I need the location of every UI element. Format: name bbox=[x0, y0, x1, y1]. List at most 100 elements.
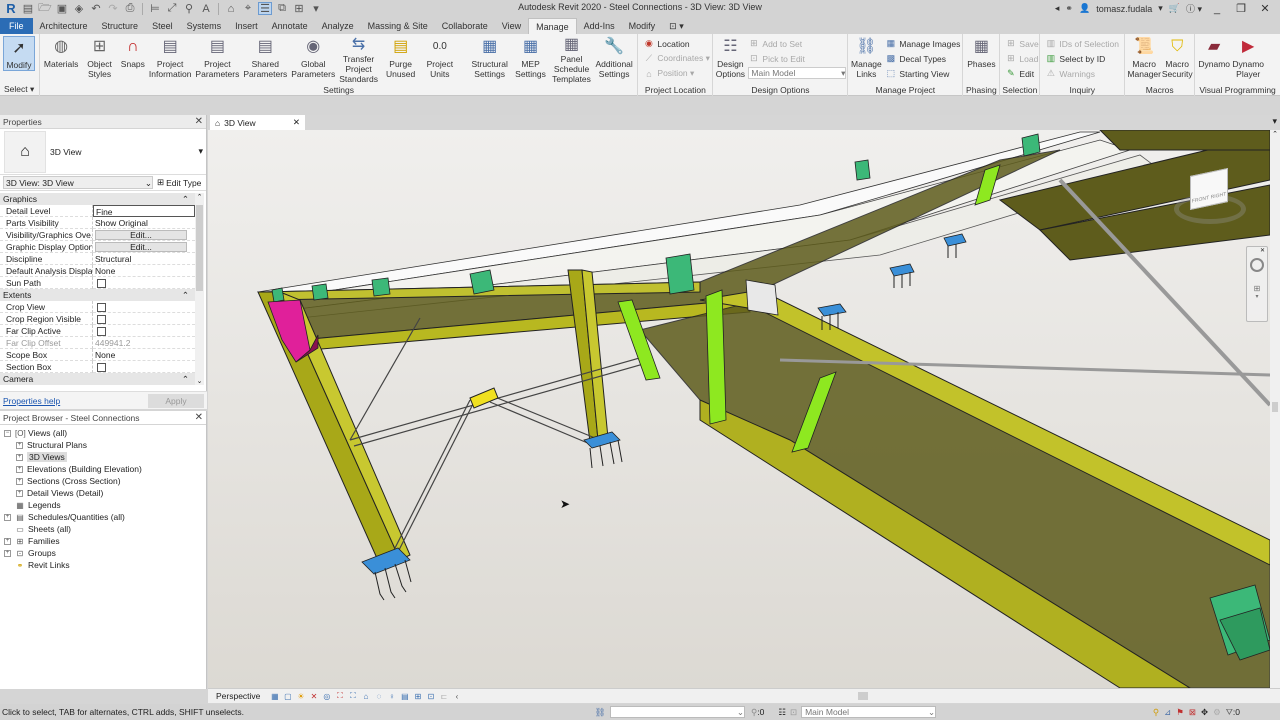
macro-manager-button[interactable]: 📜 Macro Manager bbox=[1127, 35, 1161, 84]
add-to-set-button[interactable]: ⊞ Add to Set bbox=[748, 37, 846, 50]
close-icon[interactable]: ✕ bbox=[195, 116, 203, 127]
additional-settings-button[interactable]: 🔧 Additional Settings bbox=[593, 35, 635, 84]
property-checkbox[interactable] bbox=[93, 325, 195, 337]
tab-massing-site[interactable]: Massing & Site bbox=[361, 18, 435, 34]
browser-node[interactable]: ▦ Legends bbox=[0, 499, 206, 511]
purge-unused-button[interactable]: ▤ Purge Unused bbox=[380, 35, 421, 84]
property-checkbox[interactable] bbox=[93, 361, 195, 373]
browser-node[interactable]: + ⊡ Groups bbox=[0, 547, 206, 559]
expand-icon[interactable]: + bbox=[4, 513, 11, 521]
measure-icon[interactable]: ⊨ bbox=[148, 2, 162, 15]
user-icon[interactable]: 👤 bbox=[1079, 3, 1090, 14]
property-group-extents[interactable]: Extents ⌃ bbox=[0, 289, 195, 301]
apply-button[interactable]: Apply bbox=[148, 393, 204, 408]
tab-file[interactable]: File bbox=[0, 18, 33, 34]
browser-node[interactable]: + Detail Views (Detail) bbox=[0, 487, 206, 499]
worksharing-display-icon[interactable]: ⊞ bbox=[413, 692, 422, 701]
steering-wheel-icon[interactable] bbox=[1250, 258, 1264, 272]
highlight-displacement-icon[interactable]: ⊏ bbox=[439, 692, 448, 701]
browser-node[interactable]: + Sections (Cross Section) bbox=[0, 475, 206, 487]
expand-icon[interactable]: + bbox=[4, 537, 11, 545]
phases-button[interactable]: ▦ Phases bbox=[965, 35, 997, 84]
checkbox[interactable] bbox=[97, 363, 106, 372]
checkbox[interactable] bbox=[97, 303, 106, 312]
close-tab-icon[interactable]: ✕ bbox=[293, 117, 300, 128]
browser-node[interactable]: ▭ Sheets (all) bbox=[0, 523, 206, 535]
tab-structure[interactable]: Structure bbox=[95, 18, 146, 34]
select-dropdown[interactable]: Select ▾ bbox=[0, 84, 39, 95]
customize-qat-icon[interactable]: ▾ bbox=[309, 2, 323, 15]
edit-selection-button[interactable]: ✎ Edit bbox=[1005, 67, 1038, 80]
object-styles-button[interactable]: ⊞ Object Styles bbox=[80, 35, 118, 84]
property-checkbox[interactable] bbox=[93, 277, 195, 289]
browser-node[interactable]: + ▤ Schedules/Quantities (all) bbox=[0, 511, 206, 523]
expand-icon[interactable]: + bbox=[16, 453, 23, 461]
scroll-thumb[interactable] bbox=[1272, 402, 1278, 412]
expand-icon[interactable]: + bbox=[4, 549, 11, 557]
checkbox[interactable] bbox=[97, 327, 106, 336]
show-crop-icon[interactable]: ⛶ bbox=[348, 691, 357, 701]
scroll-thumb[interactable] bbox=[196, 205, 203, 291]
help-icon[interactable]: ⓘ ▾ bbox=[1186, 2, 1202, 15]
property-value[interactable]: None bbox=[93, 265, 195, 277]
print-icon[interactable]: ⎙ bbox=[123, 2, 137, 15]
panel-schedule-templates-button[interactable]: ▦ Panel Schedule Templates bbox=[550, 35, 593, 84]
property-value[interactable]: Structural bbox=[93, 253, 195, 265]
workset-select[interactable]: ⌄ bbox=[610, 706, 745, 718]
tab-collaborate[interactable]: Collaborate bbox=[435, 18, 495, 34]
zoom-icon[interactable]: ⊞ bbox=[1247, 284, 1267, 293]
switch-windows-icon[interactable]: ⊞ bbox=[292, 2, 306, 15]
select-links-icon[interactable]: ⚲ bbox=[1153, 707, 1159, 718]
hide-analytical-icon[interactable]: ⊡ bbox=[426, 692, 435, 701]
property-checkbox[interactable] bbox=[93, 301, 195, 313]
property-value[interactable]: None bbox=[93, 349, 195, 361]
browser-node[interactable]: + Elevations (Building Elevation) bbox=[0, 463, 206, 475]
materials-button[interactable]: ◍ Materials bbox=[42, 35, 80, 84]
scroll-up-icon[interactable]: ⌃ bbox=[1270, 130, 1280, 138]
coordinates-button[interactable]: ⟋ Coordinates ▾ bbox=[643, 52, 710, 65]
type-selector[interactable]: ⌂ 3D View ▾ bbox=[0, 129, 206, 175]
close-icon[interactable]: ✕ bbox=[195, 412, 203, 423]
property-group-camera[interactable]: Camera ⌃ bbox=[0, 373, 195, 385]
property-value[interactable]: Show Original bbox=[93, 217, 195, 229]
scroll-up-icon[interactable]: ⌃ bbox=[195, 193, 204, 201]
chevron-down-icon[interactable]: ▾ bbox=[198, 146, 203, 157]
starting-view-button[interactable]: ⬚ Starting View bbox=[885, 67, 960, 80]
browser-node[interactable]: + Structural Plans bbox=[0, 439, 206, 451]
design-options-status-icon[interactable]: ☷ bbox=[778, 707, 786, 718]
design-option-select[interactable]: Main Model ▾ bbox=[748, 67, 847, 79]
home-icon[interactable]: ▤ bbox=[21, 2, 35, 15]
project-units-button[interactable]: 0.0 Project Units bbox=[421, 35, 458, 84]
save-icon[interactable]: ▣ bbox=[55, 2, 69, 15]
collapse-group-icon[interactable]: ⌃ bbox=[182, 193, 189, 205]
location-button[interactable]: ◉ Location bbox=[643, 37, 709, 50]
load-selection-button[interactable]: ⊞ Load bbox=[1005, 52, 1038, 65]
revit-logo-icon[interactable]: R bbox=[4, 1, 18, 16]
dynamo-player-button[interactable]: ▶ Dynamo Player bbox=[1231, 35, 1265, 84]
shadows-icon[interactable]: ✕ bbox=[309, 692, 318, 701]
undo-icon[interactable]: ↶ bbox=[89, 2, 103, 15]
default-3d-view-icon[interactable]: ⌂ bbox=[224, 2, 238, 15]
shared-parameters-button[interactable]: ▤ Shared Parameters bbox=[241, 35, 289, 84]
warnings-button[interactable]: ⚠ Warnings bbox=[1045, 67, 1119, 80]
tab-add-ins[interactable]: Add-Ins bbox=[577, 18, 622, 34]
select-pinned-icon[interactable]: ⚑ bbox=[1176, 707, 1184, 718]
redo-icon[interactable]: ↷ bbox=[106, 2, 120, 15]
decal-types-button[interactable]: ▩ Decal Types bbox=[885, 52, 960, 65]
properties-scrollbar[interactable]: ⌃ ⌄ bbox=[195, 193, 204, 385]
open-icon[interactable]: 🗁 bbox=[38, 2, 52, 15]
tab-menu-icon[interactable]: ▾ bbox=[1272, 116, 1277, 127]
properties-help-link[interactable]: Properties help bbox=[3, 396, 60, 406]
expand-icon[interactable]: + bbox=[16, 489, 23, 497]
tab-view[interactable]: View bbox=[495, 18, 528, 34]
detail-level-icon[interactable]: ▦ bbox=[270, 692, 279, 701]
close-nav-icon[interactable]: ✕ bbox=[1247, 247, 1267, 254]
infocenter-expand-icon[interactable]: ◂ bbox=[1055, 3, 1060, 14]
checkbox[interactable] bbox=[97, 315, 106, 324]
select-by-face-icon[interactable]: ⊠ bbox=[1189, 707, 1196, 718]
sun-path-icon[interactable]: ☀ bbox=[296, 692, 305, 701]
3d-viewport[interactable]: FRONT RIGHT ✕ ⊞ ▾ ➤ bbox=[208, 130, 1270, 688]
dynamo-button[interactable]: ▰ Dynamo bbox=[1197, 35, 1231, 84]
sync-icon[interactable]: ◈ bbox=[72, 2, 86, 15]
select-underlay-icon[interactable]: ⊿ bbox=[1164, 707, 1171, 718]
